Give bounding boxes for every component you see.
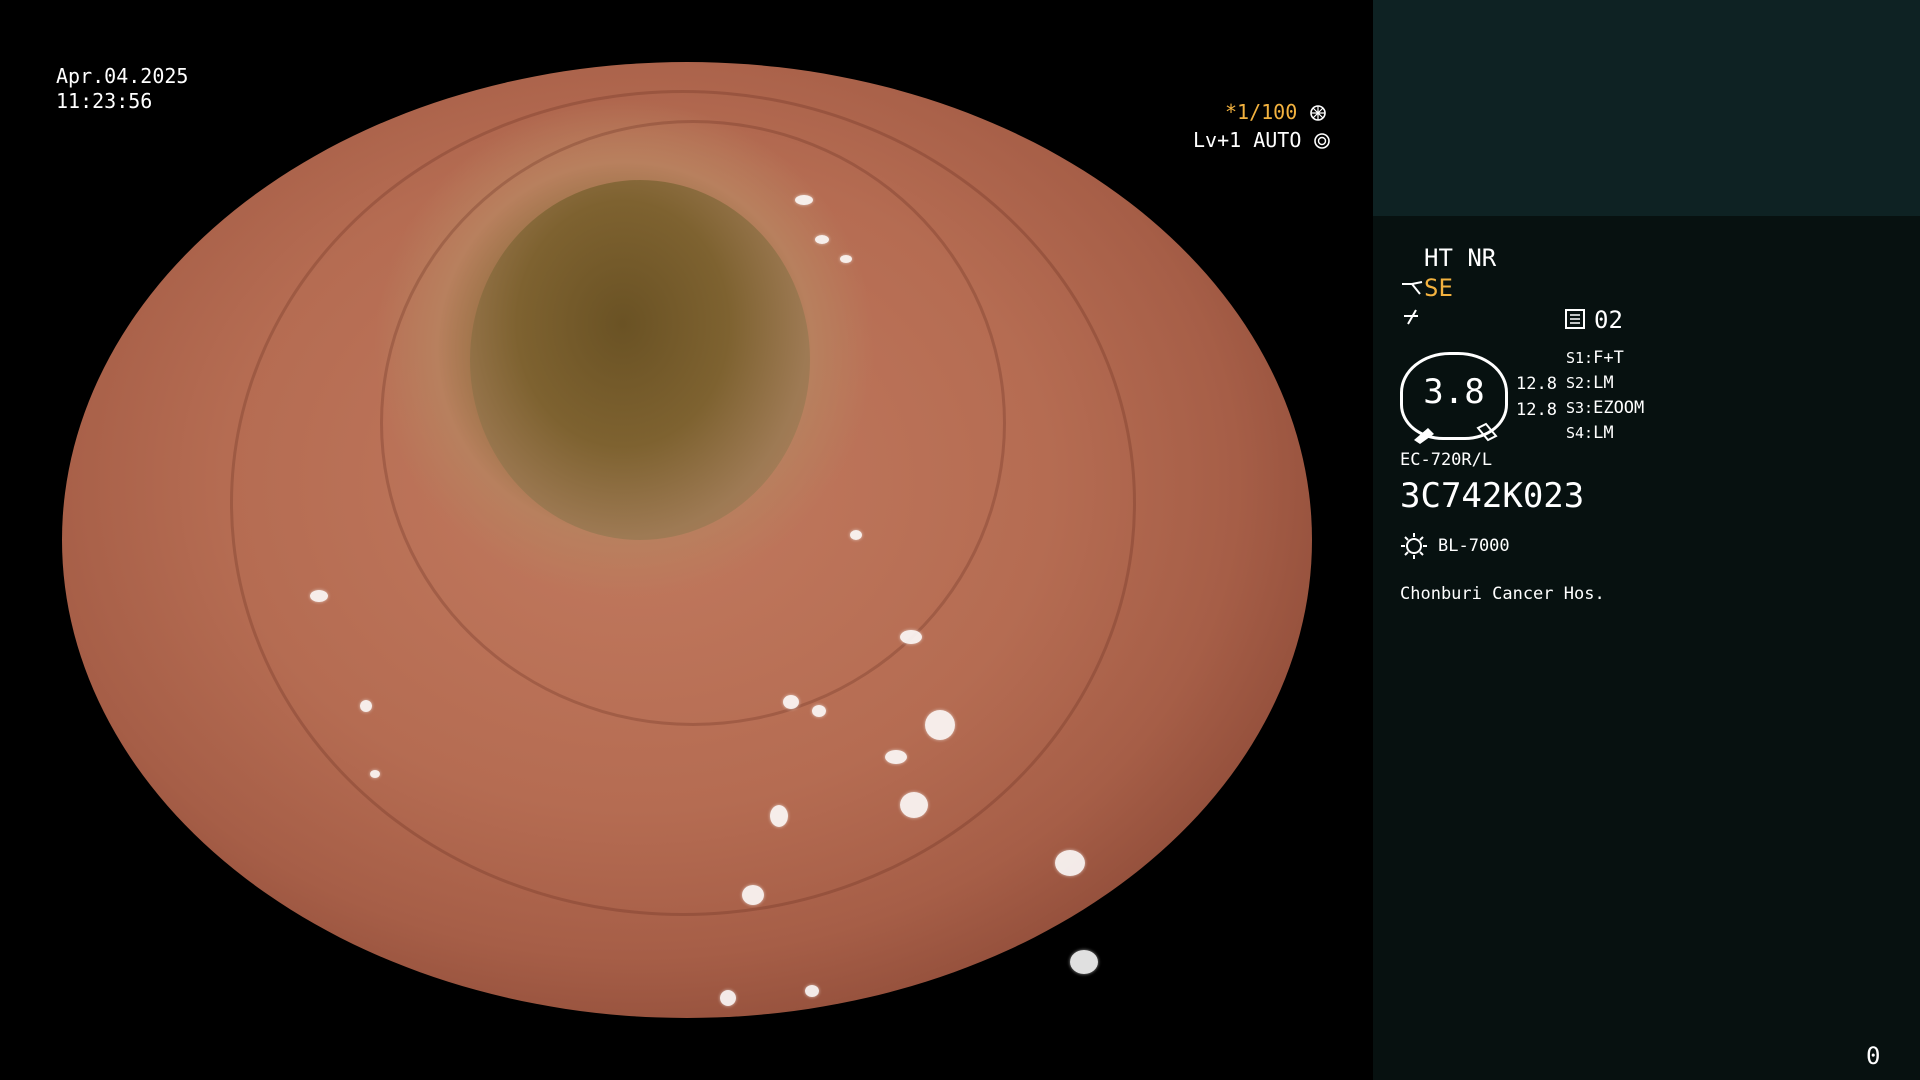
switch-key: S3: (1566, 399, 1594, 417)
switch-value: EZOOM (1593, 398, 1645, 418)
lamp-icon (1400, 532, 1428, 564)
date-label: Apr.04.2025 (56, 64, 189, 88)
switch-row: S4:LM (1566, 423, 1644, 448)
endoscope-view: Apr.04.2025 11:23:56 *1/100 Lv+1 AUTO (0, 0, 1372, 1080)
ht-nr-label: HT NR (1424, 244, 1497, 272)
switch-list: S1:F+T S2:LM S3:EZOOM S4:LM (1566, 348, 1644, 448)
scope-vignette (62, 62, 1312, 1018)
shutter-label: *1/100 (1225, 100, 1298, 124)
se-label: SE (1424, 274, 1453, 302)
time-label: 11:23:56 (56, 89, 153, 113)
bubble (1070, 950, 1098, 974)
switch-row: S3:EZOOM (1566, 398, 1644, 423)
switch-row: S1:F+T (1566, 348, 1644, 373)
level-label: Lv+1 AUTO (1193, 128, 1302, 152)
shutter-readout: *1/100 (1225, 100, 1327, 124)
switch-row: S2:LM (1566, 373, 1644, 398)
light-source: BL-7000 (1438, 536, 1510, 556)
switch-value: F+T (1593, 348, 1624, 368)
level-readout: Lv+1 AUTO (1193, 128, 1331, 152)
dial-side-value: 12.8 (1516, 400, 1557, 420)
switch-key: S1: (1566, 349, 1594, 367)
switch-value: LM (1593, 373, 1614, 393)
dial-side-value: 12.8 (1516, 374, 1557, 394)
switch-key: S2: (1566, 374, 1594, 392)
dial-value: 3.8 (1423, 372, 1485, 412)
aperture-icon (1309, 100, 1327, 124)
hospital-name: Chonburi Cancer Hos. (1400, 584, 1605, 604)
iris-icon (1313, 128, 1331, 152)
frame-mask-bottom (0, 1018, 1372, 1080)
frame-mask-top (0, 0, 1372, 62)
memo-icon (1564, 308, 1586, 334)
scope-serial: 3C742K023 (1400, 476, 1585, 516)
switch-key: S4: (1566, 424, 1594, 442)
preset-number: 02 (1594, 306, 1623, 334)
scope-model: EC-720R/L (1400, 450, 1493, 470)
scope-tip-icon (1400, 278, 1424, 302)
counter: 0 (1866, 1042, 1881, 1070)
switch-value: LM (1593, 423, 1614, 443)
dial-indicator (1410, 418, 1502, 448)
info-panel-header (1373, 0, 1920, 216)
freeze-icon (1400, 306, 1422, 332)
